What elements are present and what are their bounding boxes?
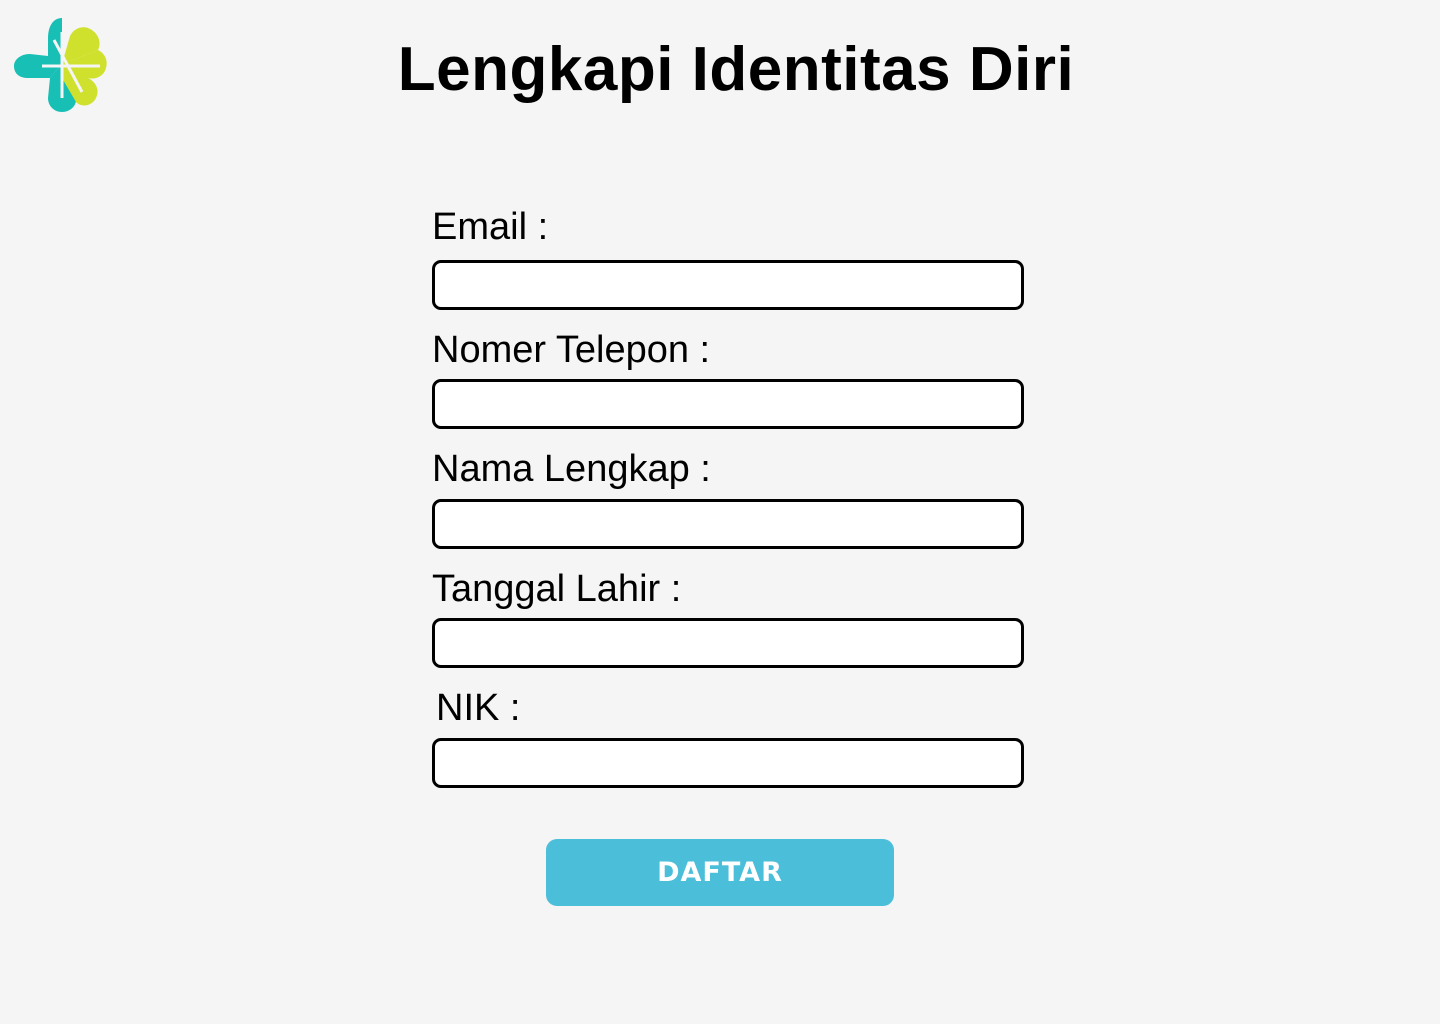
phone-label: Nomer Telepon :	[432, 329, 711, 371]
daftar-button[interactable]: DAFTAR	[546, 839, 894, 906]
full-name-label: Nama Lengkap :	[432, 448, 711, 490]
page-title: Lengkapi Identitas Diri	[397, 35, 1075, 104]
birth-date-field[interactable]	[432, 618, 1024, 668]
email-label: Email :	[432, 206, 549, 248]
nik-field[interactable]	[432, 738, 1024, 788]
birth-date-label: Tanggal Lahir :	[432, 568, 682, 610]
phone-field[interactable]	[432, 379, 1024, 429]
full-name-field[interactable]	[432, 499, 1024, 549]
email-field[interactable]	[432, 260, 1024, 310]
nik-label: NIK :	[436, 687, 521, 729]
